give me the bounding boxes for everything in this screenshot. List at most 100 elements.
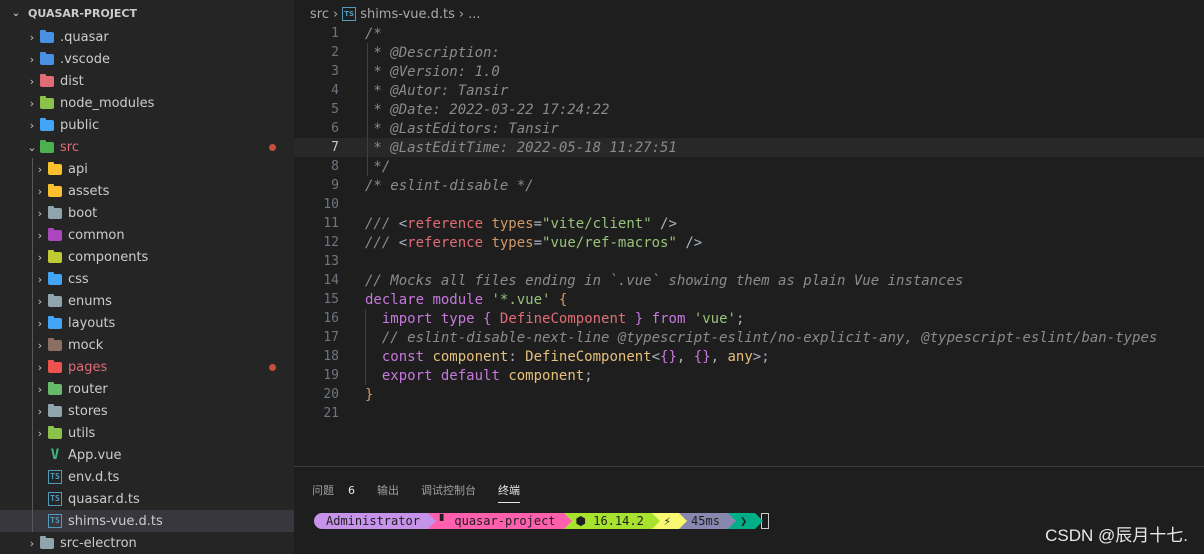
token: '*.vue' xyxy=(491,291,551,308)
node-modules-folder-icon xyxy=(40,95,54,109)
line-number: 7 xyxy=(331,140,339,155)
tree-item-common[interactable]: › common xyxy=(0,224,294,246)
tab-terminal[interactable]: 终端 xyxy=(498,480,520,503)
chevron-down-icon[interactable]: ⌄ xyxy=(8,8,24,19)
breadcrumb-symbol[interactable]: ... xyxy=(468,7,480,22)
tree-item-vscode[interactable]: › .vscode xyxy=(0,48,294,70)
dist-folder-icon xyxy=(40,73,54,87)
tab-output[interactable]: 输出 xyxy=(377,480,399,500)
tree-item-stores[interactable]: › stores xyxy=(0,400,294,422)
line-number: 5 xyxy=(331,102,339,117)
code-lines[interactable]: 1/* 2 * @Description: 3 * @Version: 1.0 4 *… xyxy=(294,24,1204,423)
chevron-right-icon: › xyxy=(37,294,43,308)
line-text: // eslint-disable-next-line @typescript-… xyxy=(365,330,1157,346)
code-line[interactable]: 11 /// <reference types="vite/client" /> xyxy=(294,214,1204,233)
tree-item-label: stores xyxy=(68,403,108,419)
chevron-right-icon: › xyxy=(29,74,35,88)
tree-item-label: App.vue xyxy=(68,447,122,463)
code-line[interactable]: 21 xyxy=(294,404,1204,423)
tree-item-node-modules[interactable]: › node_modules xyxy=(0,92,294,114)
tree-item-src-electron[interactable]: › src-electron xyxy=(0,532,294,554)
chevron-right-icon: › xyxy=(29,96,35,110)
tree-item-label: env.d.ts xyxy=(68,469,120,485)
tree-item-env-d-ts[interactable]: TS env.d.ts xyxy=(0,466,294,488)
tree-item-utils[interactable]: › utils xyxy=(0,422,294,444)
code-line[interactable]: 4 * @Autor: Tansir xyxy=(294,81,1204,100)
indent-guide xyxy=(32,510,33,532)
tab-problems[interactable]: 问题 6 xyxy=(312,480,355,500)
code-line[interactable]: 20} xyxy=(294,385,1204,404)
router-folder-icon xyxy=(48,381,62,395)
code-line[interactable]: 10 xyxy=(294,195,1204,214)
code-line[interactable]: 6 * @LastEditors: Tansir xyxy=(294,119,1204,138)
tree-item-enums[interactable]: › enums xyxy=(0,290,294,312)
code-line[interactable]: 3 * @Version: 1.0 xyxy=(294,62,1204,81)
tree-item-api[interactable]: › api xyxy=(0,158,294,180)
tab-debug-console[interactable]: 调试控制台 xyxy=(421,480,476,500)
chevron-right-icon: › xyxy=(458,6,465,22)
tree-item-src[interactable]: ⌄ src xyxy=(0,136,294,158)
token: /// xyxy=(365,215,399,232)
code-line[interactable]: 14 // Mocks all files ending in `.vue` sh… xyxy=(294,271,1204,290)
breadcrumb-file[interactable]: shims-vue.d.ts xyxy=(360,7,455,22)
token: {} xyxy=(660,348,677,365)
tree-item-mock[interactable]: › mock xyxy=(0,334,294,356)
code-line[interactable]: 8 */ xyxy=(294,157,1204,176)
token: component xyxy=(508,367,585,384)
tree-item-shims-vue-d-ts[interactable]: TS shims-vue.d.ts xyxy=(0,510,294,532)
tree-item-dist[interactable]: › dist xyxy=(0,70,294,92)
code-line[interactable]: 17 // eslint-disable-next-line @typescri… xyxy=(294,328,1204,347)
vscode-folder-icon xyxy=(40,51,54,65)
code-line[interactable]: 5 * @Date: 2022-03-22 17:24:22 xyxy=(294,100,1204,119)
tree-item-label: router xyxy=(68,381,108,397)
line-text: /// <reference types="vue/ref-macros" /> xyxy=(365,235,702,251)
code-line[interactable]: 9 /* eslint-disable */ xyxy=(294,176,1204,195)
code-line[interactable]: 1 /* xyxy=(294,24,1204,43)
code-line[interactable]: 13 xyxy=(294,252,1204,271)
explorer-header[interactable]: ⌄ QUASAR-PROJECT xyxy=(0,0,294,26)
code-line[interactable]: 18 const component: DefineComponent<{}, … xyxy=(294,347,1204,366)
tree-item-boot[interactable]: › boot xyxy=(0,202,294,224)
terminal-prompt[interactable]: Administrator ▘ quasar-project ⬢ 16.14.2 ⚡ 4… xyxy=(314,513,770,529)
tree-item-label: mock xyxy=(68,337,104,353)
code-editor[interactable]: src › TS shims-vue.d.ts › ... 1/* 2 * @De… xyxy=(294,0,1204,466)
src-folder-icon xyxy=(40,139,54,153)
tree-item-quasar[interactable]: › .quasar xyxy=(0,26,294,48)
indent-guide xyxy=(32,400,33,422)
chevron-right-icon: › xyxy=(37,162,43,176)
tree-item-components[interactable]: › components xyxy=(0,246,294,268)
indent-guide xyxy=(32,246,33,268)
code-line[interactable]: 12 /// <reference types="vue/ref-macros" … xyxy=(294,233,1204,252)
layouts-folder-icon xyxy=(48,315,62,329)
tree-item-quasar-d-ts[interactable]: TS quasar.d.ts xyxy=(0,488,294,510)
code-line[interactable]: 16 import type { DefineComponent } from … xyxy=(294,309,1204,328)
code-line[interactable]: 15 declare module '*.vue' { xyxy=(294,290,1204,309)
token: declare xyxy=(365,291,425,308)
token: module xyxy=(432,291,484,308)
line-number: 8 xyxy=(331,159,339,174)
tree-item-public[interactable]: › public xyxy=(0,114,294,136)
tree-item-router[interactable]: › router xyxy=(0,378,294,400)
tree-item-css[interactable]: › css xyxy=(0,268,294,290)
line-number: 4 xyxy=(331,83,339,98)
token: DefineComponent xyxy=(525,348,652,365)
tree-item-pages[interactable]: › pages xyxy=(0,356,294,378)
file-tree: › .quasar › .vscode › dist › node_modules › publi… xyxy=(0,26,294,554)
tree-item-app-vue[interactable]: V App.vue xyxy=(0,444,294,466)
code-line[interactable]: 19 export default component; xyxy=(294,366,1204,385)
tree-item-label: components xyxy=(68,249,149,265)
assets-folder-icon xyxy=(48,183,62,197)
token: {} xyxy=(693,348,711,365)
modified-dot-icon xyxy=(269,364,276,371)
breadcrumb-folder[interactable]: src xyxy=(310,7,329,22)
line-number: 21 xyxy=(323,406,339,421)
tree-item-label: assets xyxy=(68,183,110,199)
code-line[interactable]: 2 * @Description: xyxy=(294,43,1204,62)
line-number: 16 xyxy=(323,311,339,326)
code-line[interactable]: 7 * @LastEditTime: 2022-05-18 11:27:51 xyxy=(294,138,1204,157)
tree-item-assets[interactable]: › assets xyxy=(0,180,294,202)
tab-problems-label: 问题 xyxy=(312,484,334,497)
tree-item-layouts[interactable]: › layouts xyxy=(0,312,294,334)
token: export xyxy=(381,367,433,384)
